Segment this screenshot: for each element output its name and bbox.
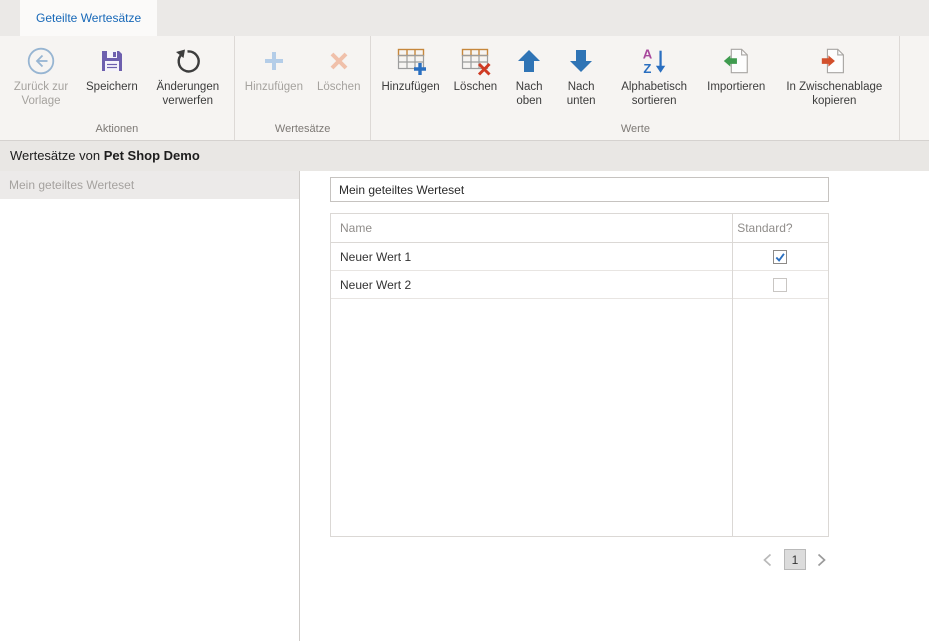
- previous-page-button[interactable]: [761, 552, 775, 568]
- value-name-cell: Neuer Wert 1: [331, 250, 731, 264]
- back-to-template-button[interactable]: Zurück zur Vorlage: [3, 41, 79, 112]
- arrow-down-icon: [569, 44, 593, 78]
- table-header-row: Name Standard?: [331, 214, 828, 243]
- app-window: Geteilte Wertesätze Zurück zur Vorlage: [0, 0, 929, 641]
- back-circle-icon: [26, 44, 56, 78]
- column-header-name: Name: [331, 221, 731, 235]
- svg-text:Z: Z: [644, 61, 652, 76]
- ribbon-group-werte: Hinzufügen: [371, 36, 900, 140]
- button-label: In Zwischenablage kopieren: [779, 81, 889, 109]
- ribbon-group-wertesaetze: Hinzufügen Löschen Wertesätze: [235, 36, 372, 140]
- breadcrumb-target: Pet Shop Demo: [104, 148, 200, 163]
- arrow-up-icon: [517, 44, 541, 78]
- breadcrumb-prefix: Wertesätze von: [10, 148, 104, 163]
- sort-az-icon: A Z: [639, 44, 669, 78]
- copy-to-clipboard-button[interactable]: In Zwischenablage kopieren: [772, 41, 896, 112]
- values-table: Name Standard? Neuer Wert 1 Neuer Wert 2: [330, 213, 829, 537]
- tab-geteilte-wertesaetze[interactable]: Geteilte Wertesätze: [20, 0, 157, 36]
- value-name-cell: Neuer Wert 2: [331, 278, 731, 292]
- discard-changes-button[interactable]: Änderungen verwerfen: [145, 41, 231, 112]
- button-label: Änderungen verwerfen: [152, 81, 224, 109]
- pagination: 1: [330, 549, 829, 570]
- undo-icon: [174, 44, 201, 78]
- move-up-button[interactable]: Nach oben: [504, 41, 554, 112]
- button-label: Nach oben: [511, 81, 547, 109]
- ribbon-tab-strip: Geteilte Wertesätze: [0, 0, 929, 36]
- chevron-right-icon: [815, 552, 828, 568]
- import-icon: [721, 44, 751, 78]
- ribbon-group-aktionen: Zurück zur Vorlage Speichern: [0, 36, 235, 140]
- button-label: Nach unten: [561, 81, 601, 109]
- group-label-aktionen: Aktionen: [3, 121, 231, 140]
- button-label: Speichern: [86, 81, 138, 95]
- save-button[interactable]: Speichern: [79, 41, 145, 98]
- check-icon: [774, 251, 786, 263]
- group-label-wertesaetze: Wertesätze: [238, 121, 368, 140]
- copy-to-clipboard-icon: [819, 44, 849, 78]
- plus-icon: [261, 44, 287, 78]
- save-icon: [99, 44, 125, 78]
- group-label-werte: Werte: [374, 121, 896, 140]
- button-label: Löschen: [454, 81, 497, 95]
- ribbon: Zurück zur Vorlage Speichern: [0, 36, 929, 141]
- delete-value-set-button[interactable]: Löschen: [310, 41, 367, 98]
- next-page-button[interactable]: [815, 552, 829, 568]
- sidebar-item-value-set[interactable]: Mein geteiltes Werteset: [0, 171, 299, 199]
- standard-checkbox[interactable]: [773, 250, 787, 264]
- table-row[interactable]: Neuer Wert 1: [331, 243, 828, 271]
- chevron-left-icon: [761, 552, 774, 568]
- table-delete-icon: [459, 44, 491, 78]
- page-number-button[interactable]: 1: [784, 549, 806, 570]
- button-label: Zurück zur Vorlage: [10, 81, 72, 109]
- button-label: Hinzufügen: [381, 81, 439, 95]
- column-header-standard: Standard?: [731, 221, 828, 235]
- button-label: Importieren: [707, 81, 765, 95]
- delete-value-button[interactable]: Löschen: [447, 41, 504, 98]
- svg-text:A: A: [643, 47, 653, 62]
- button-label: Hinzufügen: [245, 81, 303, 95]
- delete-x-icon: [326, 44, 352, 78]
- value-set-editor: Name Standard? Neuer Wert 1 Neuer Wert 2: [301, 171, 929, 641]
- button-label: Alphabetisch sortieren: [615, 81, 693, 109]
- breadcrumb: Wertesätze von Pet Shop Demo: [0, 141, 929, 171]
- standard-checkbox[interactable]: [773, 278, 787, 292]
- move-down-button[interactable]: Nach unten: [554, 41, 608, 112]
- add-value-set-button[interactable]: Hinzufügen: [238, 41, 310, 98]
- sort-alphabetically-button[interactable]: A Z Alphabetisch sortieren: [608, 41, 700, 112]
- add-value-button[interactable]: Hinzufügen: [374, 41, 446, 98]
- value-set-list-panel: Mein geteiltes Werteset: [0, 171, 300, 641]
- import-button[interactable]: Importieren: [700, 41, 772, 98]
- value-set-name-input[interactable]: [330, 177, 829, 202]
- table-row[interactable]: Neuer Wert 2: [331, 271, 828, 299]
- table-add-icon: [395, 44, 427, 78]
- button-label: Löschen: [317, 81, 360, 95]
- column-divider: [732, 214, 733, 536]
